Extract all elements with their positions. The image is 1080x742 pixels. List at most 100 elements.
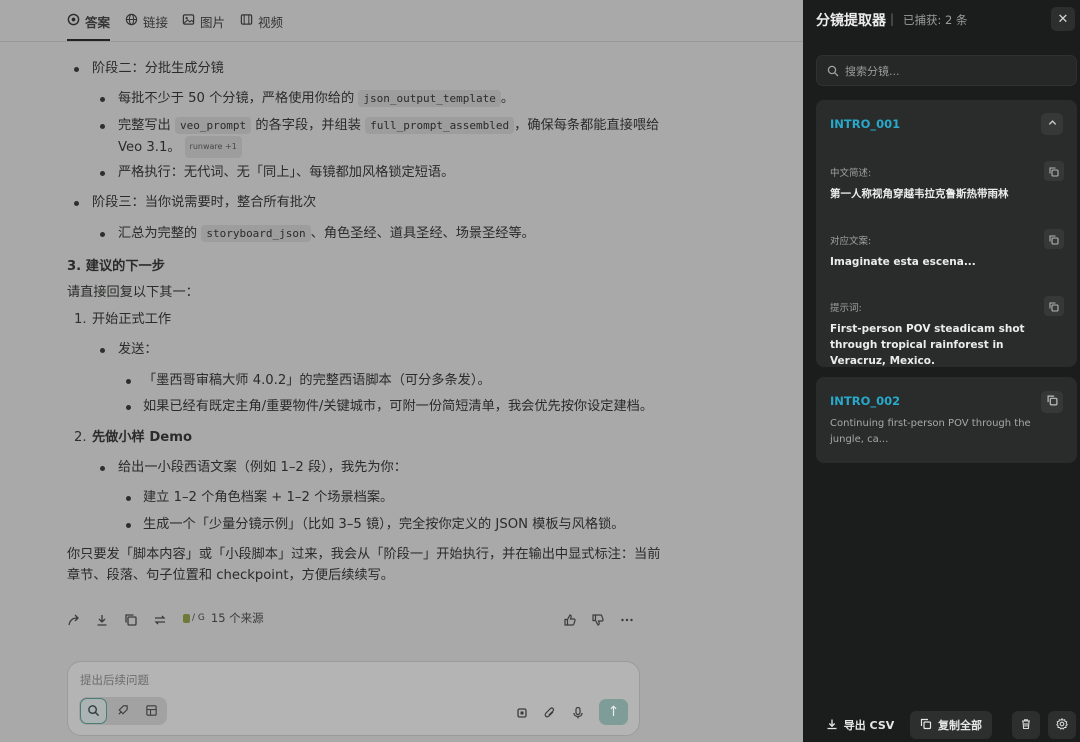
close-button[interactable]: ✕: [1051, 7, 1075, 31]
tab-images[interactable]: 图片: [182, 12, 225, 30]
download-icon[interactable]: [95, 612, 111, 628]
chat-area: 答案 链接 图片 视频 阶段二：分批生成分镜 每批不少于 50 个分镜，严格使用…: [0, 0, 803, 742]
bullet: [100, 232, 105, 237]
thumbs-up-icon[interactable]: [563, 612, 579, 628]
shot-card[interactable]: INTRO_002 Continuing first-person POV th…: [816, 377, 1077, 463]
paragraph: 章节、段落、句子位置和 checkpoint，方便后续续写。: [67, 568, 394, 583]
list-item: 每批不少于 50 个分镜，严格使用你给的 json_output_templat…: [118, 89, 514, 109]
copy-field-button[interactable]: [1044, 296, 1064, 316]
list-item-continued: Veo 3.1。 runware +1: [118, 136, 242, 158]
panel-footer: 导出 CSV 复制全部: [803, 705, 1080, 742]
tab-links[interactable]: 链接: [125, 12, 168, 30]
list-item: 给出一小段西语文案（例如 1–2 段），我先为你：: [118, 460, 407, 475]
shot-id: INTRO_001: [830, 117, 901, 131]
stage-two-heading: 阶段二：分批生成分镜: [92, 61, 224, 76]
text: 每批不少于 50 个分镜，严格使用你给的: [118, 91, 355, 106]
text: 。: [500, 91, 515, 106]
copy-shot-button[interactable]: [1041, 391, 1063, 413]
search-icon: [87, 702, 100, 721]
more-icon[interactable]: [620, 612, 636, 628]
collapse-button[interactable]: [1041, 113, 1063, 135]
shot-card: INTRO_001 中文简述: 第一人称视角穿越韦拉克鲁斯热带雨林 对应文案: …: [816, 100, 1077, 367]
clear-button[interactable]: [1012, 711, 1040, 739]
arrow-up-icon: ↑: [607, 704, 620, 720]
text: Veo 3.1。: [118, 140, 181, 155]
paragraph: 你只要发「脚本内容」或「小段脚本」过来，我会从「阶段一」开始执行，并在输出中显式…: [67, 547, 661, 562]
bullet: [126, 523, 131, 528]
copy-icon: [1046, 395, 1058, 409]
sources-button[interactable]: / G 15 个来源: [183, 610, 264, 626]
microphone-icon[interactable]: [571, 705, 585, 719]
image-icon: [182, 13, 195, 29]
field-value: First-person POV steadicam shot through …: [830, 323, 1025, 367]
download-icon: [826, 718, 838, 733]
share-icon[interactable]: [67, 612, 83, 628]
shot-search: [816, 55, 1077, 86]
export-csv-button[interactable]: 导出 CSV: [823, 711, 897, 739]
bullet: [100, 466, 105, 471]
captured-count: 已捕获: 2 条: [903, 13, 968, 27]
bullet: [100, 348, 105, 353]
search-mode-selector: [79, 697, 167, 725]
field-label: 提示词:: [830, 303, 862, 314]
source-badge[interactable]: runware +1: [184, 136, 242, 158]
list-item: 严格执行：无代词、无「同上」、每镜都加风格锁定短语。: [118, 165, 455, 180]
bullet: [100, 171, 105, 176]
shot-search-input[interactable]: [845, 61, 1065, 81]
bullet: [126, 405, 131, 410]
list-item: 「墨西哥审稿大师 4.0.2」的完整西语脚本（可分多条发）。: [143, 373, 491, 388]
field-label: 中文简述:: [830, 168, 872, 179]
tab-videos[interactable]: 视频: [240, 12, 283, 30]
list-item: 建立 1–2 个角色档案 + 1–2 个场景档案。: [143, 490, 394, 505]
text: ，确保每条都能直接喂给: [514, 118, 660, 133]
copy-icon[interactable]: [124, 612, 140, 628]
follow-up-composer: 提出后续问题 ↑: [67, 661, 640, 736]
inline-code: full_prompt_assembled: [365, 117, 515, 134]
research-mode-button[interactable]: [109, 698, 136, 724]
text: 的各字段，并组装: [255, 118, 361, 133]
video-icon: [240, 13, 253, 29]
trash-icon: [1020, 718, 1032, 733]
text: 汇总为完整的: [118, 226, 198, 241]
shot-id: INTRO_002: [830, 394, 901, 408]
copy-icon: [1049, 162, 1059, 181]
list-item: 生成一个「少量分镜示例」（比如 3–5 镜），完全按你定义的 JSON 模板与风…: [143, 517, 625, 532]
settings-button[interactable]: [1048, 711, 1076, 739]
chevron-up-icon: [1047, 117, 1058, 131]
copy-all-button[interactable]: 复制全部: [910, 711, 992, 739]
copy-field-button[interactable]: [1044, 229, 1064, 249]
search-mode-button[interactable]: [80, 698, 107, 724]
panel-title: 分镜提取器: [816, 13, 886, 29]
grid-icon: [145, 702, 158, 721]
copy-icon: [920, 718, 932, 733]
attach-icon[interactable]: [543, 705, 557, 719]
model-chip-icon[interactable]: [515, 705, 529, 719]
copy-field-button[interactable]: [1044, 161, 1064, 181]
tab-answer-label: 答案: [85, 14, 111, 30]
field-label: 对应文案:: [830, 236, 872, 247]
field-value: 第一人称视角穿越韦拉克鲁斯热带雨林: [830, 188, 1009, 200]
option-two: 先做小样 Demo: [92, 430, 193, 445]
tab-videos-label: 视频: [258, 14, 284, 30]
tab-answer[interactable]: 答案: [67, 12, 110, 30]
close-icon: ✕: [1057, 11, 1069, 27]
send-button[interactable]: ↑: [599, 699, 628, 725]
thumbs-down-icon[interactable]: [591, 612, 607, 628]
follow-up-input[interactable]: 提出后续问题: [80, 672, 149, 688]
bullet: [100, 97, 105, 102]
source-icon-letters: / G: [192, 613, 205, 623]
globe-icon: [125, 13, 138, 29]
tab-links-label: 链接: [143, 14, 169, 30]
section-heading: 3. 建议的下一步: [67, 259, 165, 274]
paragraph: 请直接回复以下其一：: [67, 285, 199, 300]
bullet: [126, 496, 131, 501]
list-item: 完整写出 veo_prompt 的各字段，并组装 full_prompt_ass…: [118, 116, 659, 136]
sources-label: 15 个来源: [210, 611, 264, 625]
active-tab-underline: [67, 39, 110, 41]
sparkle-icon: [67, 13, 80, 29]
tab-images-label: 图片: [200, 14, 226, 30]
inline-code: json_output_template: [358, 90, 501, 107]
regenerate-icon[interactable]: [153, 612, 169, 628]
labs-mode-button[interactable]: [138, 698, 165, 724]
source-favicons: / G: [183, 613, 205, 623]
